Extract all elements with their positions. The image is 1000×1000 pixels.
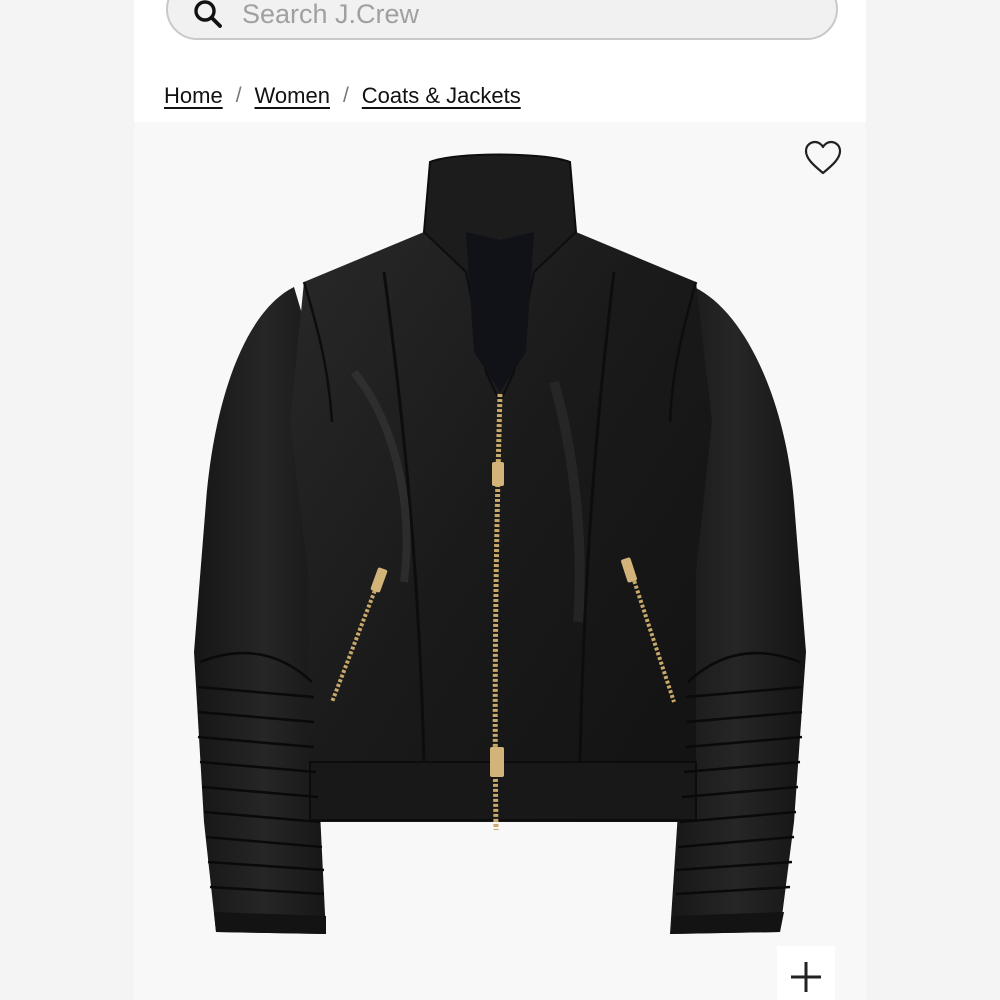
breadcrumb-home[interactable]: Home <box>164 83 223 109</box>
leather-jacket-image <box>194 153 806 934</box>
product-page: Home / Women / Coats & Jackets <box>134 0 866 1000</box>
page-margin-left <box>0 0 134 1000</box>
plus-icon <box>791 962 821 992</box>
heart-icon[interactable] <box>804 140 842 176</box>
breadcrumb-separator: / <box>342 84 349 107</box>
search-input[interactable] <box>242 0 802 34</box>
breadcrumb-coats-jackets[interactable]: Coats & Jackets <box>362 83 521 109</box>
breadcrumb-women[interactable]: Women <box>255 83 330 109</box>
product-image[interactable] <box>134 122 866 1000</box>
breadcrumb-separator: / <box>235 84 242 107</box>
zoom-button[interactable] <box>777 946 835 1000</box>
search-bar[interactable] <box>166 0 838 40</box>
breadcrumb: Home / Women / Coats & Jackets <box>164 80 521 112</box>
search-icon[interactable] <box>192 0 226 32</box>
page-margin-right <box>866 0 1000 1000</box>
